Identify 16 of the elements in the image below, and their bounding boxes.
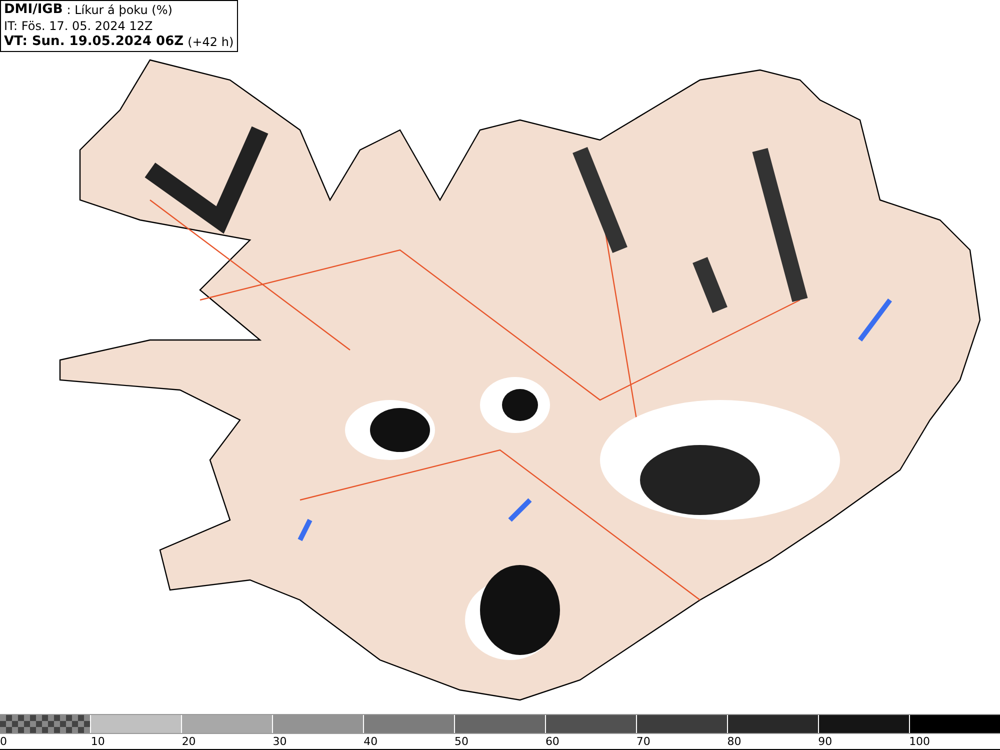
legend-label: 30 bbox=[272, 735, 287, 748]
legend-label: 40 bbox=[364, 735, 378, 748]
source-label: DMI/IGB bbox=[4, 2, 63, 18]
legend-label: 90 bbox=[818, 735, 832, 748]
lead-time: (+42 h) bbox=[188, 34, 234, 50]
legend-label: 20 bbox=[182, 735, 196, 748]
legend-label: 80 bbox=[727, 735, 742, 748]
valid-time: VT: Sun. 19.05.2024 06Z bbox=[4, 34, 184, 50]
legend-label: 50 bbox=[454, 735, 469, 748]
issue-time: IT: Fös. 17. 05. 2024 12Z bbox=[4, 18, 153, 34]
legend-label: 60 bbox=[545, 735, 560, 748]
map-title: : Líkur á þoku (%) bbox=[66, 2, 172, 18]
legend-label: 100 bbox=[909, 735, 930, 748]
legend-label: 70 bbox=[636, 735, 650, 748]
legend-label: 10 bbox=[90, 735, 105, 748]
legend-label: 0 bbox=[0, 735, 7, 748]
